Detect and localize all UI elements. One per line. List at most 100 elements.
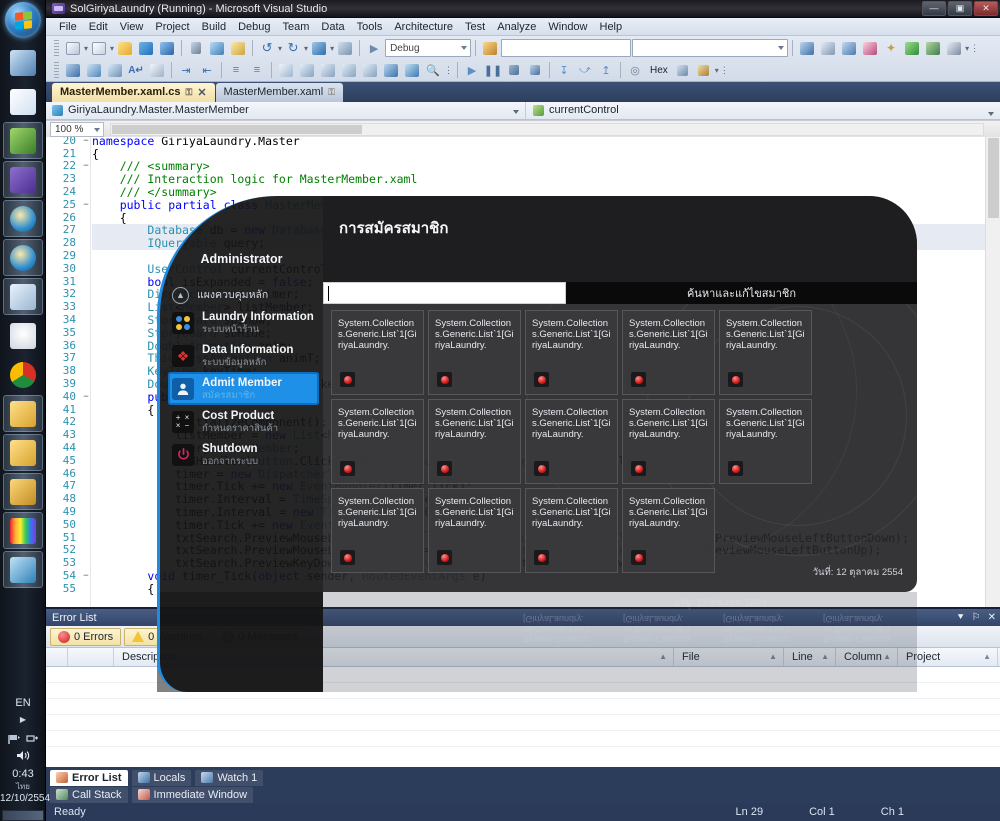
filter-warning[interactable]: 0 Warnings [124,628,211,646]
toolbar-grip-2[interactable] [54,62,59,78]
bottom-dock[interactable]: Error ListLocalsWatch 1 Call StackImmedi… [46,767,1000,803]
menu-item-tools[interactable]: Tools [351,21,389,33]
insert-snippet-button[interactable] [381,61,401,80]
threads-button[interactable] [673,61,693,80]
new-project-button[interactable] [63,39,83,58]
minimize-button[interactable]: — [922,1,946,16]
fold-toggle[interactable]: − [80,391,92,404]
menu-item-team[interactable]: Team [277,21,316,33]
solution-explorer-button[interactable] [797,39,817,58]
code-line[interactable]: 45 AddHandler(Button.ClickEvent, new Rou… [46,455,1000,468]
new-item-button[interactable] [89,39,109,58]
fold-toggle[interactable]: − [80,199,92,212]
filter-message[interactable]: i0 Messages [214,628,305,646]
undo-button[interactable]: ↺ [257,39,277,58]
paste-button[interactable] [228,39,248,58]
properties-window-button[interactable] [818,39,838,58]
menu-item-debug[interactable]: Debug [232,21,276,33]
find-icon-button[interactable] [480,39,500,58]
filter-error[interactable]: 0 Errors [50,628,121,646]
code-line[interactable]: 53 txtSearch.PreviewKeyDown += new KeyEv… [46,557,1000,570]
comment-selection-button[interactable] [147,61,167,80]
step-out-button[interactable]: ↥ [596,61,616,80]
column-header-project[interactable]: Project▲ [898,648,998,666]
member-navigation-dropdown[interactable]: currentControl [526,104,1000,116]
editor-bottom-bar[interactable]: 100 % [46,120,1000,137]
error-list-title-bar[interactable]: Error List ⯆ ⚐ ✕ [46,609,1000,626]
taskbar-item-internet-explorer[interactable] [3,239,43,276]
hscrollbar-thumb[interactable] [112,125,362,134]
menu-item-project[interactable]: Project [149,21,195,33]
tray-icon-group[interactable] [0,734,46,745]
dock-tab-locals[interactable]: Locals [132,770,192,786]
uncomment-button[interactable] [318,61,338,80]
zoom-level-select[interactable]: 100 % [50,122,104,137]
code-line[interactable]: 55 { [46,583,1000,596]
type-navigation-dropdown[interactable]: GiriyaLaundry.Master.MasterMember [46,102,526,119]
menu-item-build[interactable]: Build [196,21,232,33]
hex-display-label[interactable]: Hex [646,65,672,76]
quick-find-button[interactable]: 🔍 [423,61,443,80]
close-tab-icon[interactable]: ✕ [197,86,206,99]
cut-button[interactable] [186,39,206,58]
solution-configuration-select[interactable]: Debug [385,39,471,57]
maximize-button[interactable]: ▣ [948,1,972,16]
open-file-button[interactable] [115,39,135,58]
system-tray[interactable]: EN ▶ 0:43 ไท [0,693,46,821]
code-lines[interactable]: 1920−namespace GiriyaLaundry.Master21{22… [46,122,1000,595]
taskbar-item-msn-messenger[interactable] [3,122,43,159]
editor-horizontal-scrollbar[interactable] [110,123,984,136]
column-header-column[interactable]: Column▲ [836,648,898,666]
pin-icon[interactable]: ⚿ [328,87,335,98]
code-line[interactable]: 30 UserControl currentControl; [46,263,1000,276]
increase-indent-button[interactable]: ⇥ [176,61,196,80]
taskbar-item-internet-explorer[interactable] [3,200,43,237]
find-input[interactable] [501,39,631,57]
network-icon[interactable] [26,734,39,745]
menu-bar[interactable]: FileEditViewProjectBuildDebugTeamDataToo… [46,18,1000,36]
menu-item-view[interactable]: View [114,21,150,33]
find-symbol-button[interactable] [84,61,104,80]
code-line[interactable]: 40− public MasterMember() [46,391,1000,404]
scrollbar-thumb[interactable] [988,138,999,218]
flag-icon[interactable] [8,734,21,745]
menu-item-test[interactable]: Test [459,21,491,33]
code-line[interactable]: 54− void timer_Tick(object sender, Route… [46,570,1000,583]
windows-taskbar[interactable]: EN ▶ 0:43 ไท [0,0,46,821]
standard-toolbar[interactable]: ▾ ▾ ↺ ▾ ↻ ▾ ▾ ▶ D [48,37,1000,59]
document-tab-strip[interactable]: MasterMember.xaml.cs⚿✕MasterMember.xaml⚿ [46,82,1000,102]
editor-vertical-scrollbar[interactable] [985,120,1000,607]
table-row[interactable] [46,667,1000,683]
panel-close-icon[interactable]: ✕ [988,612,996,623]
outline-collapse-button[interactable] [339,61,359,80]
tray-chevron-icon[interactable]: ▶ [0,715,46,724]
fold-toggle[interactable]: − [80,570,92,583]
table-row[interactable] [46,699,1000,715]
table-row[interactable] [46,731,1000,747]
toggle-word-wrap-button[interactable]: A↵ [126,61,146,80]
window-controls[interactable]: — ▣ ✕ [922,1,998,16]
table-row[interactable] [46,683,1000,699]
decrease-indent-button[interactable]: ⇤ [197,61,217,80]
menu-item-data[interactable]: Data [315,21,350,33]
toggle-breakpoint-button[interactable] [276,61,296,80]
taskbar-item-word[interactable] [3,83,43,120]
menu-item-analyze[interactable]: Analyze [491,21,542,33]
save-all-button[interactable] [157,39,177,58]
taskbar-item-visual-studio[interactable] [3,161,43,198]
dock-tab-error-list[interactable]: Error List [50,770,128,786]
save-button[interactable] [136,39,156,58]
close-button[interactable]: ✕ [974,1,998,16]
document-tab-2[interactable]: MasterMember.xaml⚿ [216,83,344,102]
taskbar-item-folder[interactable] [3,434,43,471]
taskbar-item-picture-viewer[interactable] [3,44,43,81]
toolbars[interactable]: ▾ ▾ ↺ ▾ ↻ ▾ ▾ ▶ D [46,36,1000,82]
menu-item-help[interactable]: Help [594,21,629,33]
next-bookmark-button[interactable]: ≡ [247,61,267,80]
error-list-rows[interactable] [46,667,1000,767]
column-header-blank[interactable] [46,648,68,666]
tray-clock-time[interactable]: 0:43 [0,768,46,780]
navigate-forward-button[interactable] [335,39,355,58]
start-button[interactable] [5,2,41,38]
tray-clock-date[interactable]: 12/10/2554 [0,793,46,804]
